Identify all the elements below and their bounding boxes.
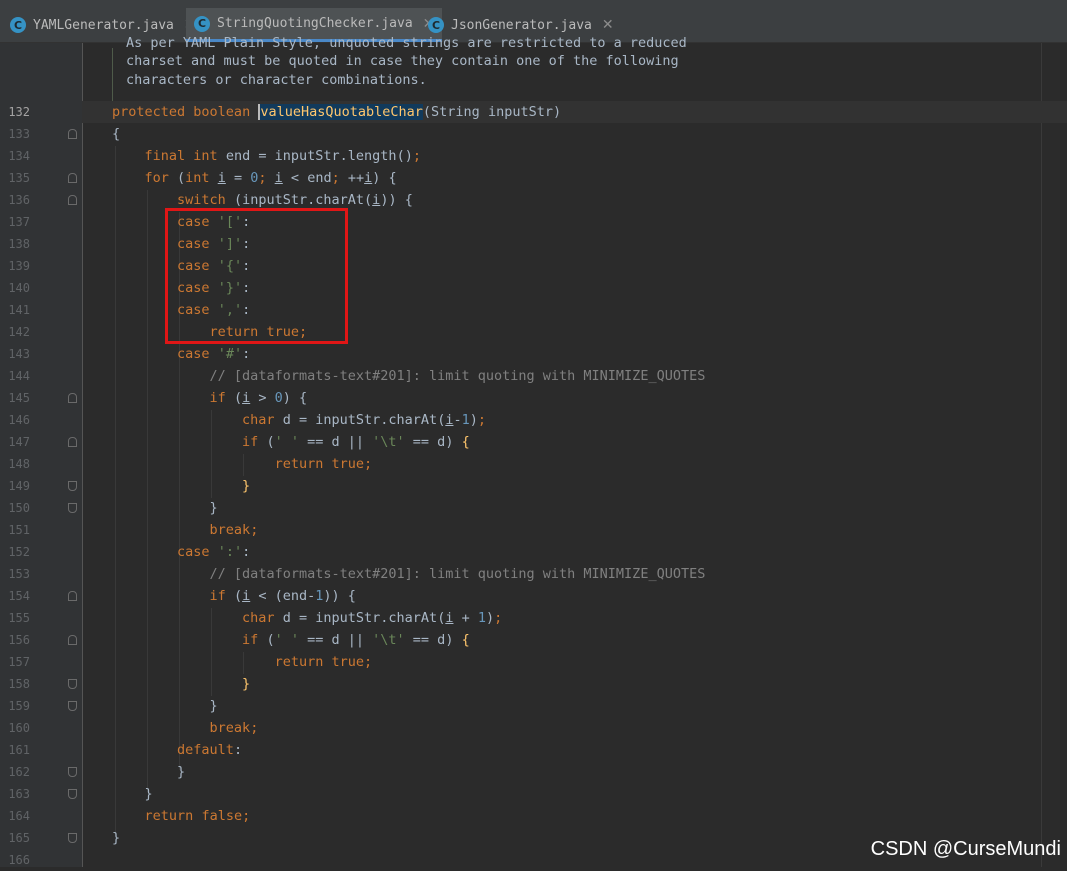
code-line: 164 return false;: [8, 808, 251, 824]
fold-toggle-icon[interactable]: [68, 173, 77, 183]
code-comment: // [dataformats-text#201]: limit quoting…: [209, 566, 706, 582]
code-line: 156 if (' ' == d || '\t' == d) {: [8, 632, 470, 648]
code-line: 146 char d = inputStr.charAt(i-1);: [8, 412, 487, 428]
fold-toggle-icon[interactable]: [68, 129, 77, 139]
code-line: 152 case ':':: [8, 544, 251, 560]
code-line: 133 {: [8, 126, 121, 142]
code-line: 150 }: [8, 500, 218, 516]
code-line: 144 // [dataformats-text#201]: limit quo…: [8, 368, 706, 384]
tab-label: YAMLGenerator.java: [33, 17, 174, 33]
code-line: 161 default:: [8, 742, 243, 758]
code-line: 160 break;: [8, 720, 259, 736]
code-line: 136 switch (inputStr.charAt(i)) {: [8, 192, 413, 208]
code-line: 141 case ',':: [8, 302, 251, 318]
code-line: 158 }: [8, 676, 251, 692]
fold-toggle-icon[interactable]: [68, 635, 77, 645]
code-line: 159 }: [8, 698, 218, 714]
java-class-icon: C: [194, 15, 210, 32]
code-line: 154 if (i < (end-1)) {: [8, 588, 356, 604]
fold-toggle-icon[interactable]: [68, 437, 77, 447]
code-line: 132 protected boolean valueHasQuotableCh…: [0, 101, 1067, 123]
java-class-icon: C: [428, 17, 444, 33]
fold-toggle-icon[interactable]: [68, 481, 77, 491]
code-line: 155 char d = inputStr.charAt(i + 1);: [8, 610, 503, 626]
code-line: 149 }: [8, 478, 251, 494]
code-line: 134 final int end = inputStr.length();: [8, 148, 421, 164]
code-line: 142 return true;: [8, 324, 308, 340]
code-line: 148 return true;: [8, 456, 373, 472]
fold-toggle-icon[interactable]: [68, 789, 77, 799]
code-line: 147 if (' ' == d || '\t' == d) {: [8, 434, 470, 450]
tab-label: StringQuotingChecker.java: [217, 16, 413, 31]
code-line: 139 case '{':: [8, 258, 251, 274]
fold-toggle-icon[interactable]: [68, 393, 77, 403]
line-number: 132: [8, 105, 30, 119]
code-line: 151 break;: [8, 522, 259, 538]
code-line: 135 for (int i = 0; i < end; ++i) {: [8, 170, 397, 186]
java-class-icon: C: [10, 17, 26, 33]
code-line: 157 return true;: [8, 654, 373, 670]
fold-toggle-icon[interactable]: [68, 767, 77, 777]
code-line: 140 case '}':: [8, 280, 251, 296]
doc-comment-line: characters or character combinations.: [126, 72, 427, 88]
doc-comment-guide: [112, 48, 113, 102]
tab-label: JsonGenerator.java: [451, 17, 592, 33]
close-icon[interactable]: ✕: [602, 17, 614, 33]
code-line: 143 case '#':: [8, 346, 251, 362]
code-line: 162 }: [8, 764, 186, 780]
code-line: characters or character combinations.: [0, 69, 1067, 91]
code-comment: // [dataformats-text#201]: limit quoting…: [209, 368, 706, 384]
code-line: 163 }: [8, 786, 153, 802]
code-line: 137 case '[':: [8, 214, 251, 230]
fold-toggle-icon[interactable]: [68, 833, 77, 843]
fold-toggle-icon[interactable]: [68, 679, 77, 689]
method-name[interactable]: valueHasQuotableChar: [260, 104, 423, 120]
fold-toggle-icon[interactable]: [68, 503, 77, 513]
code-line: 138 case ']':: [8, 236, 251, 252]
code-line: 153 // [dataformats-text#201]: limit quo…: [8, 566, 706, 582]
watermark: CSDN @CurseMundi: [870, 838, 1061, 860]
fold-toggle-icon[interactable]: [68, 195, 77, 205]
annotation-highlight-box: [165, 208, 348, 344]
code-line: 145 if (i > 0) {: [8, 390, 308, 406]
fold-toggle-icon[interactable]: [68, 701, 77, 711]
fold-toggle-icon[interactable]: [68, 591, 77, 601]
breadcrumb: [0, 0, 1067, 8]
